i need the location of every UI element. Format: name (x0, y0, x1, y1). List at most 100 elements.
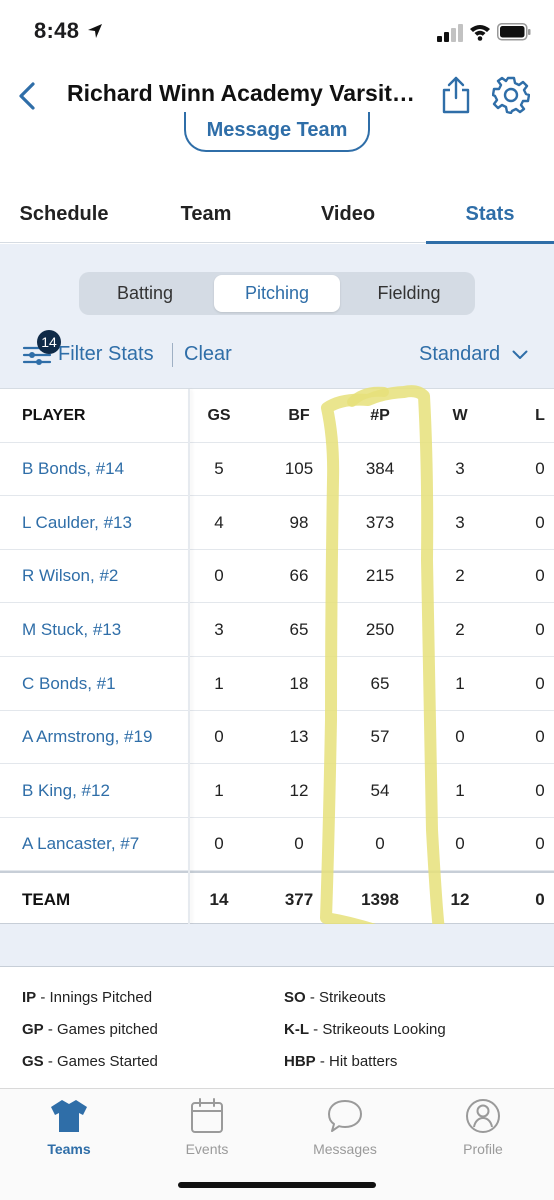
share-icon[interactable] (440, 74, 472, 114)
divider (172, 343, 173, 367)
player-name-link[interactable]: A Lancaster, #7 (22, 818, 182, 871)
segment-batting[interactable]: Batting (82, 275, 208, 312)
cell-l: 0 (535, 780, 545, 800)
cell-gs: 0 (214, 727, 224, 747)
cell-w: 3 (455, 512, 465, 532)
table-row: B Bonds, #14 5 105 384 3 0 (0, 443, 554, 497)
table-row: C Bonds, #1 1 18 65 1 0 (0, 657, 554, 711)
cell-gs: 5 (214, 459, 224, 479)
team-title: Richard Winn Academy Varsity... (67, 80, 417, 106)
cell-bf: 13 (289, 727, 309, 747)
cell-l: 0 (535, 673, 545, 693)
view-select[interactable]: Standard (419, 343, 528, 366)
cell-bf: 18 (289, 673, 309, 693)
column-header-gs[interactable]: GS (189, 389, 249, 442)
pitching-stats-table: PLAYER GS BF #P W L B Bonds, #14 5 105 3… (0, 388, 554, 925)
stats-legend: IP - Innings Pitched SO - Strikeouts GP … (0, 966, 554, 1088)
cell-l: 0 (535, 619, 545, 639)
tabbar-profile[interactable]: Profile (438, 1097, 528, 1163)
section-gap (0, 924, 554, 966)
total-w: 12 (450, 889, 470, 909)
cell-bf: 0 (294, 834, 304, 854)
tab-schedule[interactable]: Schedule (0, 186, 128, 243)
status-time: 8:48 (34, 18, 80, 43)
column-header-bf[interactable]: BF (269, 389, 329, 442)
total-pitches: 1398 (361, 889, 399, 909)
legend-item: SO - Strikeouts (284, 989, 386, 1006)
column-header-player[interactable]: PLAYER (22, 389, 182, 442)
cell-gs: 3 (214, 619, 224, 639)
message-team-button[interactable]: Message Team (184, 112, 370, 152)
tabbar-label: Messages (313, 1141, 377, 1157)
column-header-w[interactable]: W (430, 389, 490, 442)
segment-pitching[interactable]: Pitching (214, 275, 340, 312)
gear-icon[interactable] (492, 76, 530, 114)
cell-bf: 105 (284, 459, 314, 479)
table-row: R Wilson, #2 0 66 215 2 0 (0, 550, 554, 604)
player-name-link[interactable]: A Armstrong, #19 (22, 711, 182, 764)
cell-bf: 12 (289, 780, 309, 800)
filter-row: 14 Filter Stats Clear Standard (0, 328, 554, 382)
cell-pitches: 0 (375, 834, 385, 854)
team-label: TEAM (22, 889, 71, 909)
player-name-link[interactable]: B Bonds, #14 (22, 443, 182, 496)
tabbar-label: Events (185, 1141, 229, 1157)
legend-item: GP - Games pitched (22, 1021, 158, 1038)
cell-pitches: 250 (365, 619, 395, 639)
cell-gs: 1 (214, 780, 224, 800)
tabbar-events[interactable]: Events (162, 1097, 252, 1163)
cellular-signal-icon (437, 24, 463, 42)
location-arrow-icon (88, 24, 102, 38)
filter-stats-button[interactable]: Filter Stats (58, 343, 154, 366)
profile-icon (466, 1099, 500, 1133)
total-bf: 377 (284, 889, 314, 909)
jersey-icon (51, 1100, 87, 1132)
legend-item: K-L - Strikeouts Looking (284, 1021, 446, 1038)
cell-l: 0 (535, 834, 545, 854)
player-name-link[interactable]: B King, #12 (22, 764, 182, 817)
chevron-down-icon (512, 350, 528, 359)
cell-pitches: 373 (365, 512, 395, 532)
cell-l: 0 (535, 727, 545, 747)
cell-w: 2 (455, 619, 465, 639)
table-row: M Stuck, #13 3 65 250 2 0 (0, 603, 554, 657)
wifi-icon (470, 25, 490, 41)
clear-filters-button[interactable]: Clear (184, 343, 232, 366)
tab-video[interactable]: Video (284, 186, 412, 243)
tabbar-label: Teams (47, 1141, 91, 1157)
cell-pitches: 57 (370, 727, 390, 747)
table-header-row: PLAYER GS BF #P W L (0, 389, 554, 443)
cell-w: 1 (455, 780, 465, 800)
player-name-link[interactable]: M Stuck, #13 (22, 603, 182, 656)
view-select-value: Standard (419, 343, 501, 365)
tabbar-teams[interactable]: Teams (24, 1097, 114, 1163)
tab-stats[interactable]: Stats (426, 186, 554, 243)
cell-pitches: 215 (365, 566, 395, 586)
column-header-pitches[interactable]: #P (350, 389, 410, 442)
legend-item: IP - Innings Pitched (22, 989, 153, 1006)
stats-controls: Batting Pitching Fielding 14 Filter Stat… (0, 244, 554, 388)
total-gs: 14 (209, 889, 229, 909)
player-name-link[interactable]: R Wilson, #2 (22, 550, 182, 603)
table-row: A Armstrong, #19 0 13 57 0 0 (0, 711, 554, 765)
player-name-link[interactable]: L Caulder, #13 (22, 496, 182, 549)
cell-pitches: 384 (365, 459, 395, 479)
player-name-link[interactable]: C Bonds, #1 (22, 657, 182, 710)
cell-pitches: 54 (370, 780, 390, 800)
tabbar-messages[interactable]: Messages (300, 1097, 390, 1163)
status-bar: 8:48 (0, 0, 554, 66)
tab-team[interactable]: Team (142, 186, 270, 243)
cell-gs: 1 (214, 673, 224, 693)
battery-icon (497, 23, 531, 41)
home-indicator (178, 1182, 376, 1188)
total-l: 0 (535, 889, 545, 909)
legend-item: GS - Games Started (22, 1053, 158, 1070)
cell-bf: 98 (289, 512, 309, 532)
tabbar-label: Profile (463, 1141, 503, 1157)
cell-pitches: 65 (370, 673, 390, 693)
back-button[interactable] (10, 76, 44, 116)
cell-w: 0 (455, 727, 465, 747)
cell-gs: 0 (214, 834, 224, 854)
segment-fielding[interactable]: Fielding (346, 275, 472, 312)
column-header-l[interactable]: L (510, 389, 554, 442)
